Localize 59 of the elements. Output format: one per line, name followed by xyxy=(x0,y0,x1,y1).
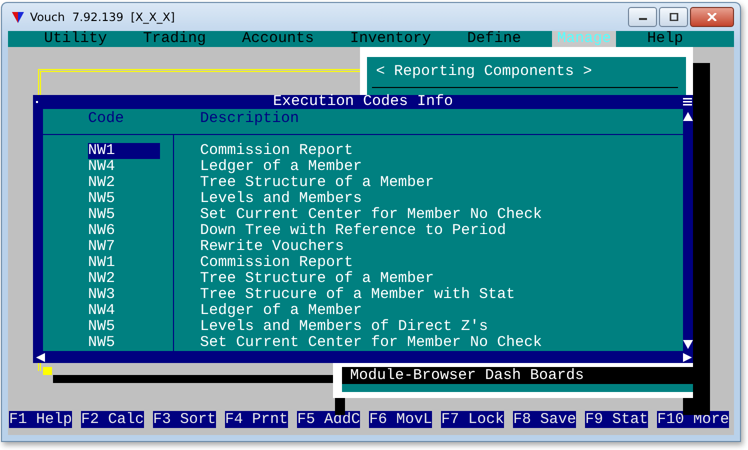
function-key-button[interactable]: F5 AddC xyxy=(297,411,360,428)
menu-item[interactable]: Define xyxy=(462,31,526,47)
function-key-button[interactable]: F3 Sort xyxy=(153,411,216,428)
menu-item[interactable]: Utility xyxy=(39,31,112,47)
function-key-button[interactable]: F2 Calc xyxy=(81,411,144,428)
maximize-icon xyxy=(668,13,678,21)
scroll-down-icon[interactable] xyxy=(683,340,693,349)
close-button[interactable] xyxy=(690,7,734,27)
table-cell-text: Ledger of a Member xyxy=(199,303,362,319)
function-key-button[interactable]: F7 Lock xyxy=(441,411,504,428)
table-cell[interactable]: NW1 xyxy=(88,143,160,159)
table-cell[interactable]: NW2 xyxy=(88,271,160,287)
menu-icon[interactable] xyxy=(683,98,692,106)
table-cell[interactable]: NW4 xyxy=(88,159,160,175)
function-key-button[interactable]: F8 Save xyxy=(513,411,576,428)
table-cell[interactable]: NW1 xyxy=(88,255,160,271)
table-cell[interactable]: NW3 xyxy=(88,287,160,303)
table-cell[interactable]: NW6 xyxy=(88,223,160,239)
table-cell-text: Commission Report xyxy=(199,255,354,271)
table-cell-text: Down Tree with Reference to Period xyxy=(199,223,506,239)
table-cell[interactable]: NW5 xyxy=(88,319,160,335)
window-title: Vouch 7.92.139 [X_X_X] xyxy=(30,10,175,24)
function-key-button[interactable]: F9 Stat xyxy=(585,411,648,428)
scroll-right-icon[interactable] xyxy=(683,352,692,362)
table-cell[interactable]: NW4 xyxy=(88,303,160,319)
column-header: Description xyxy=(199,111,300,127)
table-cell-text: Levels and Members of Direct Z's xyxy=(199,319,488,335)
maximize-button[interactable] xyxy=(659,7,688,27)
menu-item[interactable]: Accounts xyxy=(237,31,320,47)
window-corner xyxy=(43,367,52,375)
dropdown-item[interactable]: Module-Browser Dash Boards xyxy=(342,367,693,384)
table-cell-text: Rewrite Vouchers xyxy=(199,239,344,255)
table-cell-text: Ledger of a Member xyxy=(199,159,362,175)
table-cell-text: Tree Structure of a Member xyxy=(199,175,434,191)
table-cell[interactable]: NW5 xyxy=(88,207,160,223)
dialog-title: Execution Codes Info xyxy=(272,95,454,109)
table-cell[interactable]: NW2 xyxy=(88,175,160,191)
triangle-icon xyxy=(12,11,24,23)
close-icon xyxy=(707,13,717,21)
table-cell[interactable]: NW7 xyxy=(88,239,160,255)
table-cell-text: Levels and Members xyxy=(199,191,362,207)
function-key-button[interactable]: F4 Prnt xyxy=(225,411,288,428)
scroll-left-icon[interactable] xyxy=(36,352,45,362)
scroll-up-icon[interactable] xyxy=(683,112,693,121)
function-key-button[interactable]: F6 MovL xyxy=(369,411,432,428)
table-cell-text: Set Current Center for Member No Check xyxy=(199,207,542,223)
menu-item[interactable]: Help xyxy=(642,31,688,47)
minimize-button[interactable] xyxy=(628,7,657,27)
table-cell-text: Tree Strucure of a Member with Stat xyxy=(199,287,516,303)
menu-item[interactable]: Trading xyxy=(138,31,212,47)
table-cell[interactable]: NW5 xyxy=(88,191,160,207)
function-key-button[interactable]: F1 Help xyxy=(9,411,72,428)
dropdown-item[interactable]: < Reporting Components > xyxy=(372,63,678,80)
table-cell[interactable]: NW5 xyxy=(88,335,160,351)
column-header: Code xyxy=(88,111,126,127)
table-cell-text: Tree Structure of a Member xyxy=(199,271,434,287)
table-cell-text: Commission Report xyxy=(199,143,354,159)
menu-item[interactable]: Inventory xyxy=(345,31,436,47)
table-cell-text: Set Current Center for Member No Check xyxy=(199,335,542,351)
